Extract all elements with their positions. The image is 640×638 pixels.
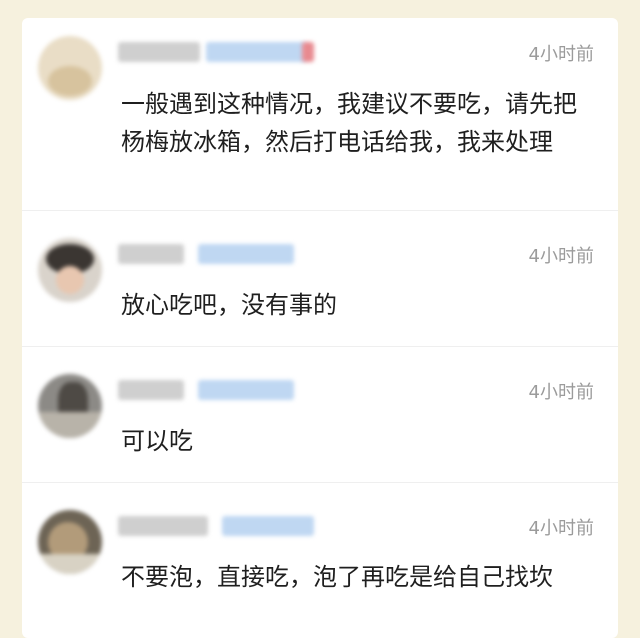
comment-item: 4小时前 放心吃吧，没有事的 — [22, 210, 618, 347]
comment-time: 4小时前 — [528, 246, 594, 267]
user-badge — [206, 42, 306, 62]
username[interactable] — [118, 380, 184, 400]
user-badge — [198, 244, 294, 264]
comment-list: 4小时前 一般遇到这种情况，我建议不要吃，请先把杨梅放冰箱，然后打电话给我，我来… — [22, 18, 618, 638]
comment-time: 4小时前 — [528, 44, 594, 65]
comment-time: 4小时前 — [528, 382, 594, 403]
user-avatar[interactable] — [38, 36, 102, 100]
comment-time: 4小时前 — [528, 518, 594, 539]
user-avatar[interactable] — [38, 510, 102, 574]
comment-text: 一般遇到这种情况，我建议不要吃，请先把杨梅放冰箱，然后打电话给我，我来处理 — [121, 90, 577, 156]
username[interactable] — [118, 244, 184, 264]
user-avatar[interactable] — [38, 238, 102, 302]
comment-item: 4小时前 一般遇到这种情况，我建议不要吃，请先把杨梅放冰箱，然后打电话给我，我来… — [22, 18, 618, 211]
comment-text: 放心吃吧，没有事的 — [121, 291, 337, 319]
user-badge — [222, 516, 314, 536]
username[interactable] — [118, 516, 208, 536]
comment-text: 不要泡，直接吃，泡了再吃是给自己找坎 — [121, 563, 553, 591]
comment-item: 4小时前 可以吃 — [22, 346, 618, 483]
username[interactable] — [118, 42, 200, 62]
comment-text: 可以吃 — [121, 427, 193, 455]
comment-item: 4小时前 不要泡，直接吃，泡了再吃是给自己找坎 — [22, 482, 618, 638]
user-badge — [198, 380, 294, 400]
user-avatar[interactable] — [38, 374, 102, 438]
user-level-icon — [302, 42, 314, 62]
